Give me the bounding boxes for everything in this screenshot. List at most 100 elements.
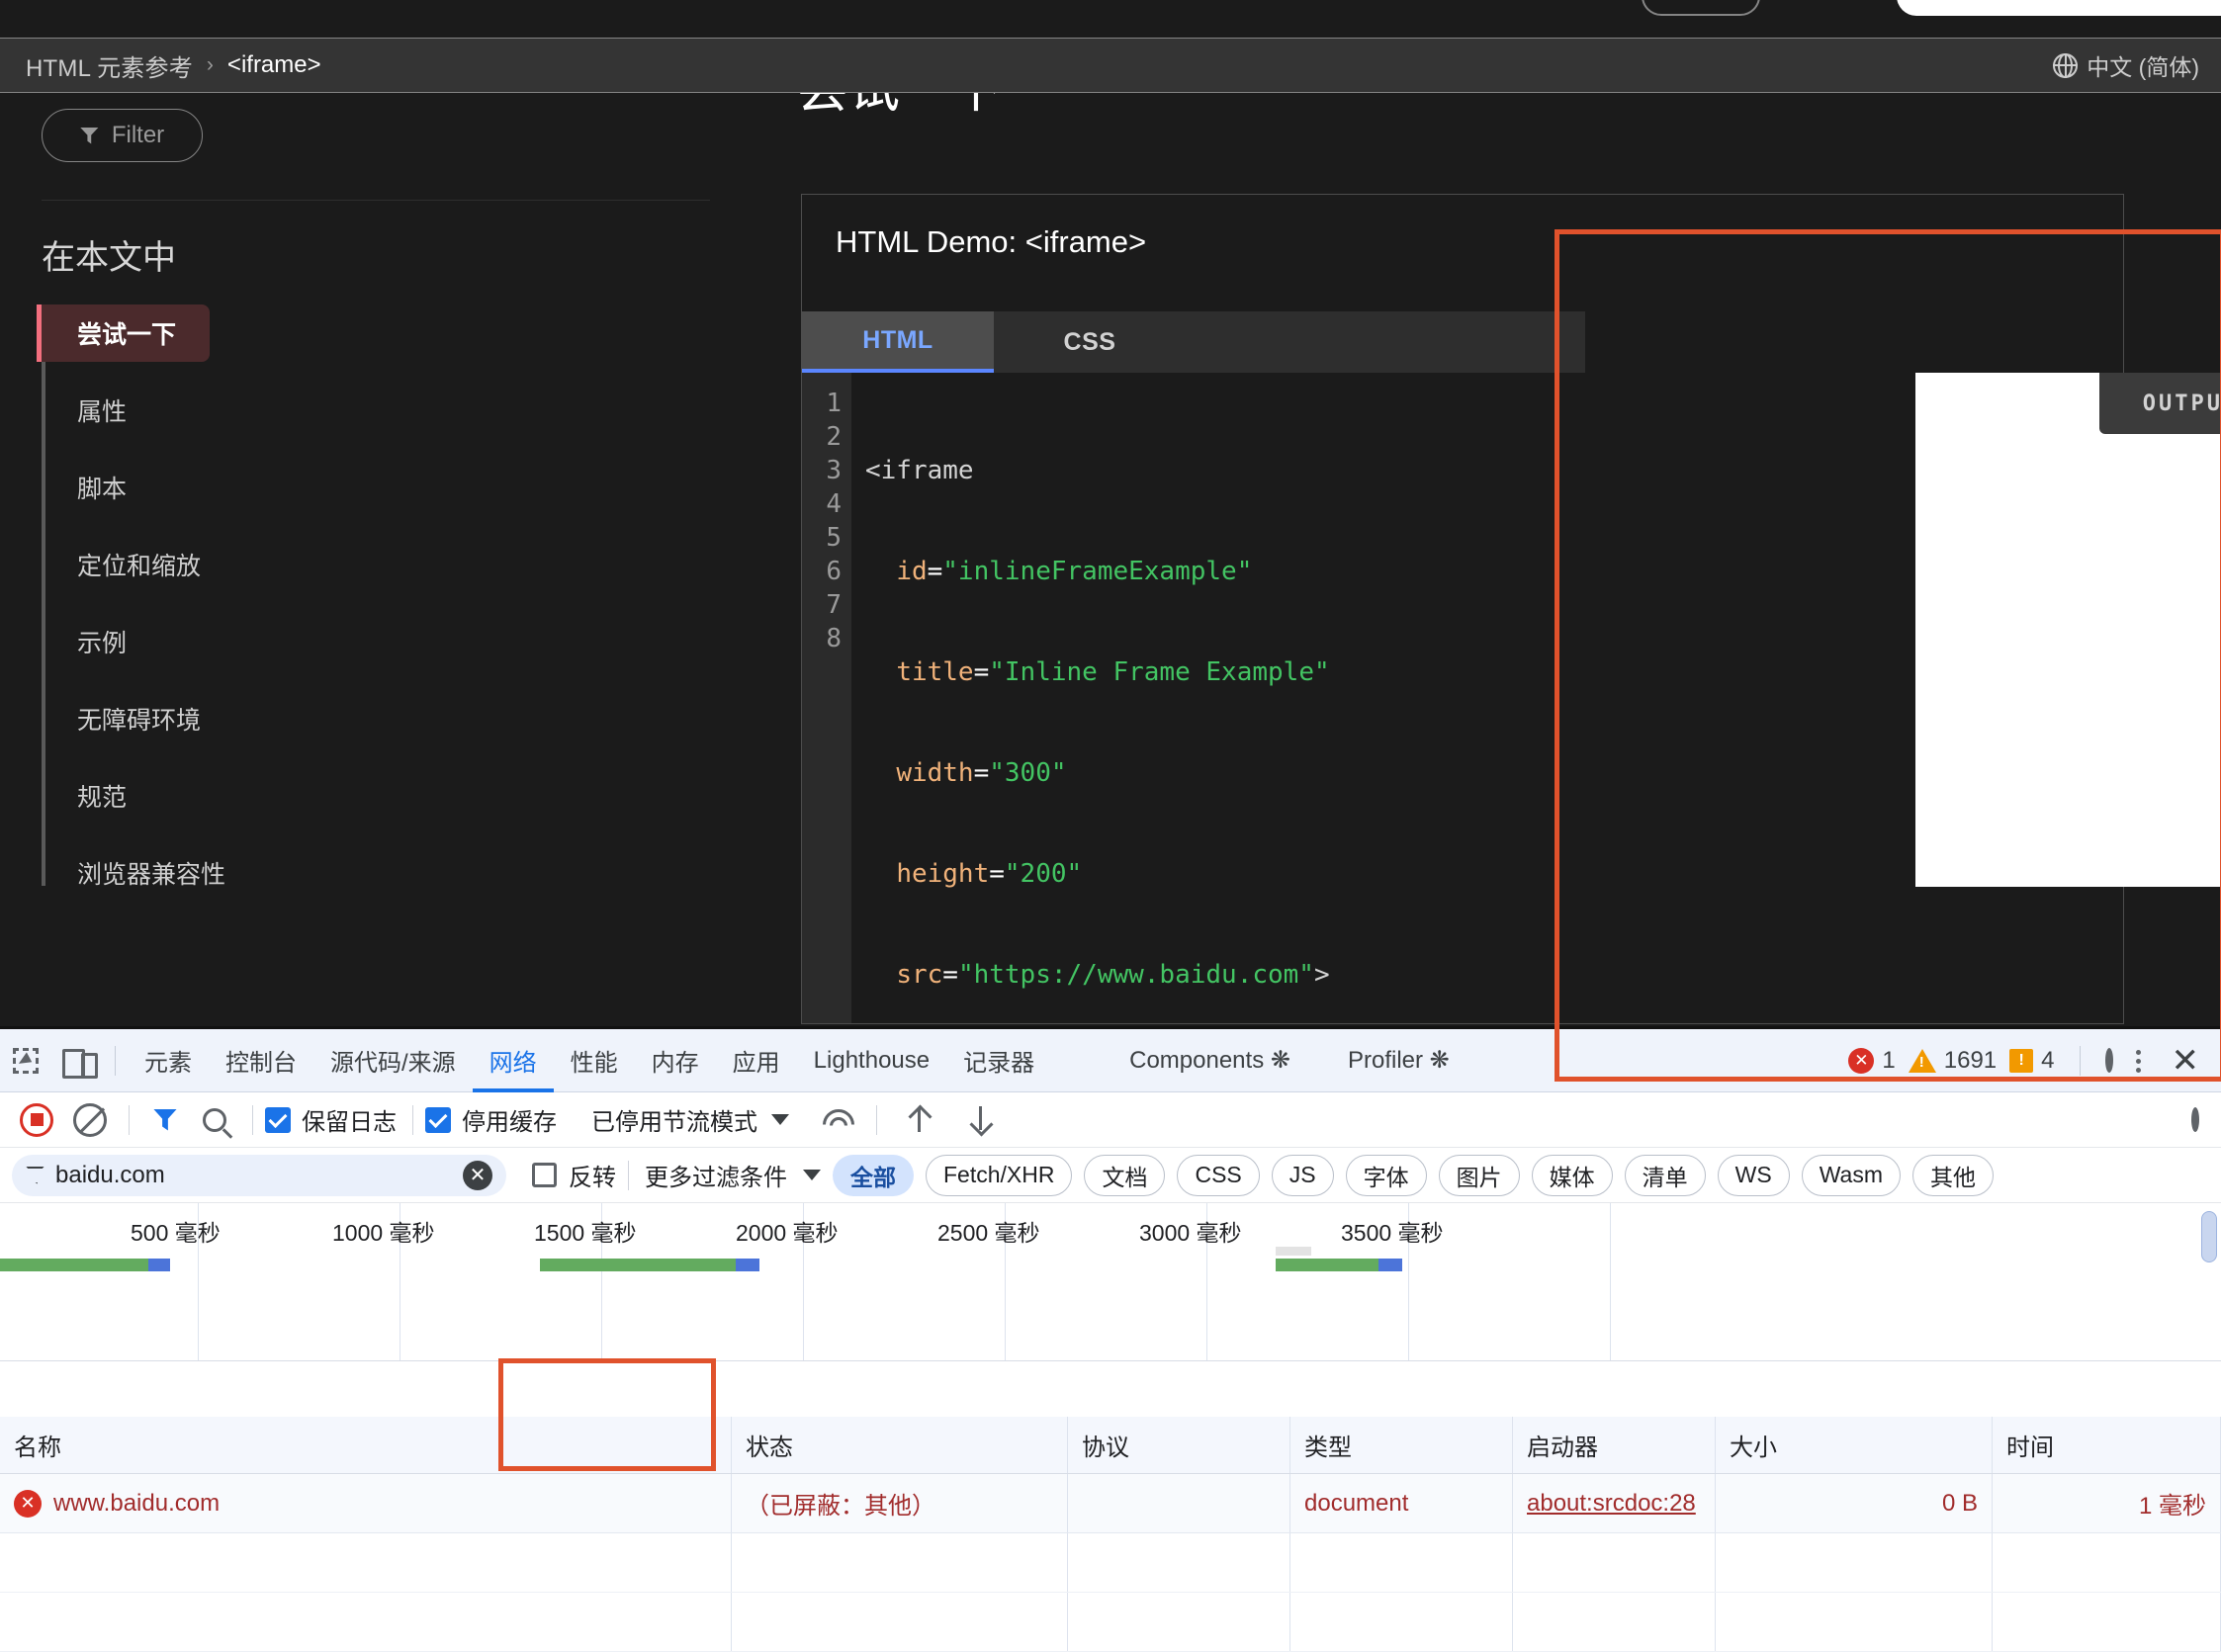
tab-console[interactable]: 控制台 bbox=[209, 1029, 313, 1092]
network-timeline-overview[interactable]: 500 毫秒 1000 毫秒 1500 毫秒 2000 毫秒 2500 毫秒 3… bbox=[0, 1203, 2221, 1361]
column-header-protocol[interactable]: 协议 bbox=[1068, 1417, 1290, 1473]
language-selector[interactable]: 中文 (简体) bbox=[2053, 48, 2199, 82]
warning-count-badge[interactable]: 1691 bbox=[1908, 1047, 1997, 1075]
tab-html[interactable]: HTML bbox=[802, 311, 994, 373]
code-token-eq: = bbox=[927, 557, 943, 586]
tab-components[interactable]: Components ❋ bbox=[1112, 1029, 1307, 1092]
tab-recorder[interactable]: 记录器 bbox=[946, 1029, 1051, 1092]
toc-title: 在本文中 bbox=[42, 239, 176, 277]
network-settings-button[interactable] bbox=[2191, 1106, 2199, 1132]
cell-empty bbox=[1068, 1533, 1290, 1592]
sidebar-item-attributes[interactable]: 属性 bbox=[0, 382, 752, 439]
column-header-initiator[interactable]: 启动器 bbox=[1513, 1417, 1716, 1473]
tab-elements[interactable]: 元素 bbox=[128, 1029, 209, 1092]
clear-button[interactable] bbox=[73, 1102, 107, 1137]
close-devtools-button[interactable]: ✕ bbox=[2164, 1044, 2208, 1078]
chip-img[interactable]: 图片 bbox=[1438, 1154, 1520, 1196]
more-filters-dropdown[interactable]: 更多过滤条件 bbox=[645, 1158, 821, 1192]
table-row[interactable]: ✕ www.baidu.com （已屏蔽：其他） document about:… bbox=[0, 1474, 2221, 1533]
tab-sources[interactable]: 源代码/来源 bbox=[313, 1029, 473, 1092]
timeline-request-bar bbox=[0, 1259, 170, 1271]
cell-empty bbox=[732, 1533, 1068, 1592]
filter-toggle-icon[interactable] bbox=[153, 1108, 177, 1131]
sidebar-item-label: 脚本 bbox=[77, 476, 128, 503]
chip-other[interactable]: 其他 bbox=[1912, 1154, 1994, 1196]
chip-wasm[interactable]: Wasm bbox=[1801, 1154, 1901, 1196]
chip-font[interactable]: 字体 bbox=[1345, 1154, 1427, 1196]
cutoff-search-field[interactable] bbox=[1897, 0, 2221, 16]
preserve-log-checkbox[interactable]: 保留日志 bbox=[265, 1102, 397, 1137]
sidebar-item-positioning-scaling[interactable]: 定位和缩放 bbox=[0, 536, 752, 593]
throttling-select[interactable]: 已停用节流模式 bbox=[580, 1102, 803, 1137]
code-editor[interactable]: 1 2 3 4 5 6 7 8 <iframe id="inlineFrameE… bbox=[802, 373, 2221, 1023]
chip-fetch-xhr[interactable]: Fetch/XHR bbox=[926, 1154, 1073, 1196]
tab-profiler[interactable]: Profiler ❋ bbox=[1331, 1029, 1466, 1092]
info-count-badge[interactable]: ! 4 bbox=[2009, 1047, 2055, 1075]
chip-manifest[interactable]: 清单 bbox=[1624, 1154, 1706, 1196]
tab-divider bbox=[115, 1045, 116, 1076]
chip-js[interactable]: JS bbox=[1271, 1154, 1334, 1196]
column-header-size[interactable]: 大小 bbox=[1716, 1417, 1993, 1473]
settings-button[interactable] bbox=[2104, 1048, 2113, 1073]
chip-ws[interactable]: WS bbox=[1717, 1154, 1790, 1196]
chip-doc[interactable]: 文档 bbox=[1084, 1154, 1166, 1196]
timeline-scrollbar[interactable] bbox=[2201, 1211, 2217, 1262]
tab-label: Components ❋ bbox=[1129, 1047, 1290, 1074]
more-options-button[interactable] bbox=[2126, 1049, 2151, 1073]
filter-button[interactable]: Filter bbox=[42, 109, 203, 162]
device-toolbar-button[interactable] bbox=[51, 1029, 103, 1092]
chip-label: 字体 bbox=[1363, 1164, 1409, 1190]
sidebar-item-specifications[interactable]: 规范 bbox=[0, 767, 752, 825]
column-header-type[interactable]: 类型 bbox=[1290, 1417, 1513, 1473]
reset-button[interactable]: RESET bbox=[1953, 410, 2040, 436]
tab-label: HTML bbox=[862, 325, 933, 354]
disable-cache-checkbox[interactable]: 停用缓存 bbox=[425, 1102, 557, 1137]
tab-label: 控制台 bbox=[225, 1050, 297, 1077]
tab-css[interactable]: CSS bbox=[994, 311, 1186, 373]
cell-name[interactable]: ✕ www.baidu.com bbox=[0, 1474, 732, 1532]
gear-icon bbox=[2104, 1048, 2113, 1073]
filter-input[interactable] bbox=[55, 1161, 452, 1189]
error-count-badge[interactable]: ✕ 1 bbox=[1848, 1047, 1896, 1075]
tab-output[interactable]: OUTPUT bbox=[2099, 373, 2221, 434]
sidebar-item-browser-compat[interactable]: 浏览器兼容性 bbox=[0, 844, 752, 902]
chip-label: 媒体 bbox=[1549, 1164, 1595, 1190]
sidebar-item-scripting[interactable]: 脚本 bbox=[0, 459, 752, 516]
search-icon[interactable] bbox=[203, 1107, 226, 1132]
filter-divider bbox=[628, 1160, 629, 1190]
export-har-icon[interactable] bbox=[968, 1105, 994, 1134]
sidebar-item-accessibility[interactable]: 无障碍环境 bbox=[0, 690, 752, 747]
code-token-attr: height bbox=[896, 859, 990, 889]
column-header-time[interactable]: 时间 bbox=[1993, 1417, 2221, 1473]
chip-media[interactable]: 媒体 bbox=[1531, 1154, 1613, 1196]
device-toggle-icon bbox=[62, 1048, 98, 1079]
record-button[interactable] bbox=[20, 1102, 53, 1137]
sidebar-item-try-it[interactable]: 尝试一下 bbox=[37, 304, 210, 362]
inspect-element-button[interactable] bbox=[0, 1029, 51, 1092]
network-conditions-icon[interactable] bbox=[821, 1107, 850, 1133]
filter-input-wrapper[interactable]: ✕ bbox=[12, 1154, 506, 1196]
tab-application[interactable]: 应用 bbox=[716, 1029, 797, 1092]
sidebar: Filter 在本文中 尝试一下 属性 脚本 定位和缩放 示例 无障碍环境 规范… bbox=[0, 109, 752, 921]
column-header-name[interactable]: 名称 bbox=[0, 1417, 732, 1473]
cell-initiator[interactable]: about:srcdoc:28 bbox=[1513, 1474, 1716, 1532]
code-token-eq: = bbox=[989, 859, 1005, 889]
import-har-icon[interactable] bbox=[907, 1106, 933, 1134]
tab-label: 应用 bbox=[732, 1050, 780, 1077]
chip-label: JS bbox=[1288, 1162, 1316, 1187]
sidebar-item-examples[interactable]: 示例 bbox=[0, 613, 752, 670]
chip-css[interactable]: CSS bbox=[1177, 1154, 1260, 1196]
cutoff-button-outline[interactable] bbox=[1642, 0, 1760, 16]
tab-memory[interactable]: 内存 bbox=[635, 1029, 716, 1092]
chip-all[interactable]: 全部 bbox=[833, 1154, 914, 1196]
breadcrumb-root-link[interactable]: HTML 元素参考 bbox=[26, 48, 193, 83]
cell-empty bbox=[1290, 1593, 1513, 1651]
column-header-status[interactable]: 状态 bbox=[732, 1417, 1068, 1473]
tab-label: 性能 bbox=[570, 1050, 618, 1077]
cell-status: （已屏蔽：其他） bbox=[732, 1474, 1068, 1532]
clear-filter-icon[interactable]: ✕ bbox=[463, 1160, 492, 1190]
tab-performance[interactable]: 性能 bbox=[554, 1029, 635, 1092]
invert-checkbox[interactable]: 反转 bbox=[532, 1158, 616, 1192]
tab-network[interactable]: 网络 bbox=[473, 1029, 554, 1092]
tab-lighthouse[interactable]: Lighthouse bbox=[797, 1029, 946, 1092]
